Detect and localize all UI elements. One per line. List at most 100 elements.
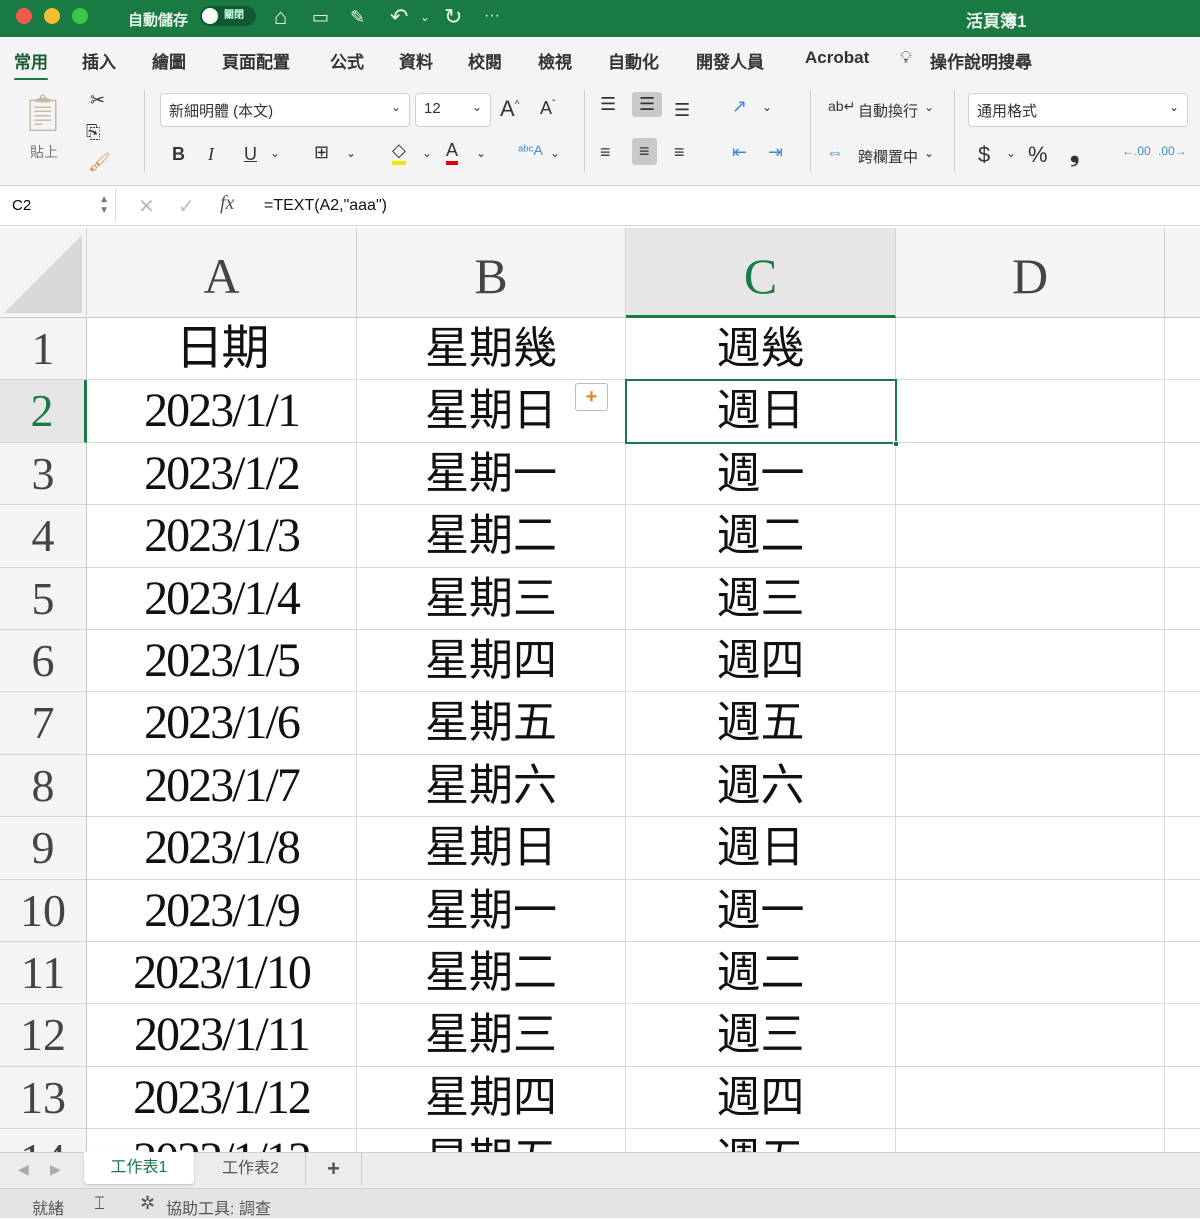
cell-b11[interactable]: 星期二 [357, 942, 626, 1005]
cell-d7[interactable] [896, 692, 1165, 755]
cell-c8[interactable]: 週六 [626, 754, 896, 818]
align-middle-icon[interactable]: ☰ [632, 92, 663, 117]
text-effects-icon[interactable]: ᵃᵇᶜA [518, 142, 543, 158]
spreadsheet-grid[interactable]: A B C D 1 日期 星期幾 週幾 2 2023/1/1 星期日 週日 3 2023/1/2 星期一 週一… [0, 228, 1200, 1152]
font-color-icon[interactable]: A [446, 140, 459, 165]
format-painter-icon[interactable]: 🖌︎ [88, 152, 111, 173]
increase-indent-icon[interactable]: ⇥ [768, 142, 783, 163]
cell-c7[interactable]: 週五 [626, 692, 896, 755]
minimize-window-button[interactable] [44, 8, 60, 24]
wrap-dropdown-icon[interactable]: ⌄ [924, 100, 934, 114]
cell-d9[interactable] [896, 817, 1165, 880]
tab-formulas[interactable]: 公式 [330, 48, 364, 73]
cell-e9[interactable] [1165, 817, 1200, 880]
stepper-icon[interactable]: ▲ ▼ [99, 194, 109, 216]
add-sheet-button[interactable]: + [306, 1153, 362, 1185]
row-header-10[interactable]: 10 [0, 879, 87, 942]
row-header-2[interactable]: 2 [0, 380, 87, 443]
prev-sheet-icon[interactable]: ◀ [18, 1161, 29, 1178]
row-header-12[interactable]: 12 [0, 1004, 87, 1067]
underline-dropdown-icon[interactable]: ⌄ [270, 146, 280, 160]
save-as-icon[interactable]: ✎ [350, 7, 365, 28]
row-header-4[interactable]: 4 [0, 505, 87, 568]
cell-a1[interactable]: 日期 [87, 318, 357, 381]
tab-review[interactable]: 校閱 [468, 48, 502, 73]
more-icon[interactable]: ··· [484, 7, 500, 25]
undo-dropdown-icon[interactable]: ⌄ [420, 10, 430, 24]
row-header-13[interactable]: 13 [0, 1066, 87, 1130]
cell-c4[interactable]: 週二 [626, 505, 896, 568]
merge-center-button[interactable]: 跨欄置中 [858, 146, 918, 167]
undo-icon[interactable]: ↶ [390, 4, 408, 30]
align-left-icon[interactable]: ≡ [600, 142, 611, 163]
cell-c14[interactable]: 週五 [626, 1129, 896, 1152]
cell-d8[interactable] [896, 754, 1165, 818]
cell-c1[interactable]: 週幾 [626, 318, 896, 381]
zoom-window-button[interactable] [72, 8, 88, 24]
increase-decimal-icon[interactable]: ←.00 [1122, 144, 1151, 158]
row-header-11[interactable]: 11 [0, 942, 87, 1005]
cell-b9[interactable]: 星期日 [357, 817, 626, 880]
cell-a11[interactable]: 2023/1/10 [87, 942, 357, 1005]
cell-e6[interactable] [1165, 630, 1200, 693]
wrap-text-icon[interactable]: ab↵ [828, 98, 855, 115]
cell-d11[interactable] [896, 942, 1165, 1005]
align-center-icon[interactable]: ≡ [632, 138, 657, 165]
cell-e12[interactable] [1165, 1004, 1200, 1067]
cell-c12[interactable]: 週三 [626, 1004, 896, 1067]
cell-b8[interactable]: 星期六 [357, 754, 626, 818]
sheet-tab-1[interactable]: 工作表1 [84, 1152, 194, 1184]
cell-d2[interactable] [896, 380, 1165, 443]
cell-d6[interactable] [896, 630, 1165, 693]
tab-automate[interactable]: 自動化 [608, 48, 659, 73]
cell-e14[interactable] [1165, 1129, 1200, 1152]
cell-a4[interactable]: 2023/1/3 [87, 505, 357, 568]
tab-developer[interactable]: 開發人員 [696, 48, 764, 73]
decrease-decimal-icon[interactable]: .00→ [1158, 144, 1187, 158]
cell-d1[interactable] [896, 318, 1165, 381]
font-color-dropdown-icon[interactable]: ⌄ [476, 146, 486, 160]
cell-b13[interactable]: 星期四 [357, 1066, 626, 1130]
cell-d14[interactable] [896, 1129, 1165, 1152]
cell-e1[interactable] [1165, 318, 1200, 381]
home-icon[interactable]: ⌂ [274, 4, 287, 30]
row-header-5[interactable]: 5 [0, 567, 87, 630]
align-bottom-icon[interactable]: ☰ [674, 100, 690, 121]
cell-e10[interactable] [1165, 880, 1200, 942]
fill-color-icon[interactable]: ◇ [392, 140, 406, 165]
cell-e3[interactable] [1165, 443, 1200, 506]
row-header-6[interactable]: 6 [0, 630, 87, 693]
orientation-dropdown-icon[interactable]: ⌄ [762, 100, 772, 114]
tab-insert[interactable]: 插入 [82, 48, 116, 73]
cell-a8[interactable]: 2023/1/7 [87, 754, 357, 818]
macro-record-icon[interactable]: ⌶ [94, 1193, 105, 1214]
text-effects-dropdown-icon[interactable]: ⌄ [550, 146, 560, 160]
cell-b6[interactable]: 星期四 [357, 630, 626, 693]
fill-dropdown-icon[interactable]: ⌄ [422, 146, 432, 160]
increase-font-size-icon[interactable]: A^ [500, 96, 519, 122]
sheet-tab-2[interactable]: 工作表2 [196, 1153, 306, 1185]
currency-dropdown-icon[interactable]: ⌄ [1006, 146, 1016, 160]
bold-button[interactable]: B [172, 144, 185, 165]
column-header-b[interactable]: B [357, 228, 626, 318]
cell-a6[interactable]: 2023/1/5 [87, 630, 357, 693]
cell-a9[interactable]: 2023/1/8 [87, 817, 357, 880]
close-window-button[interactable] [16, 8, 32, 24]
merge-center-icon[interactable]: ⇔ [826, 142, 844, 163]
tell-me-search[interactable]: 操作說明搜尋 [930, 48, 1032, 73]
row-header-7[interactable]: 7 [0, 692, 87, 755]
name-box[interactable]: C2 ▲ ▼ [0, 188, 116, 222]
cancel-icon[interactable]: ✕ [138, 194, 155, 219]
cell-d13[interactable] [896, 1066, 1165, 1130]
redo-icon[interactable]: ↻ [444, 4, 462, 30]
paste-icon[interactable]: 📋︎ [20, 92, 66, 134]
cell-a12[interactable]: 2023/1/11 [87, 1004, 357, 1067]
cell-c11[interactable]: 週二 [626, 942, 896, 1005]
row-header-9[interactable]: 9 [0, 817, 87, 880]
enter-icon[interactable]: ✓ [178, 194, 195, 219]
borders-icon[interactable]: ⊞ [314, 142, 329, 163]
insert-function-icon[interactable]: fx [220, 192, 234, 215]
cell-e5[interactable] [1165, 568, 1200, 630]
row-header-8[interactable]: 8 [0, 754, 87, 818]
cell-b14[interactable]: 星期五 [357, 1129, 626, 1152]
